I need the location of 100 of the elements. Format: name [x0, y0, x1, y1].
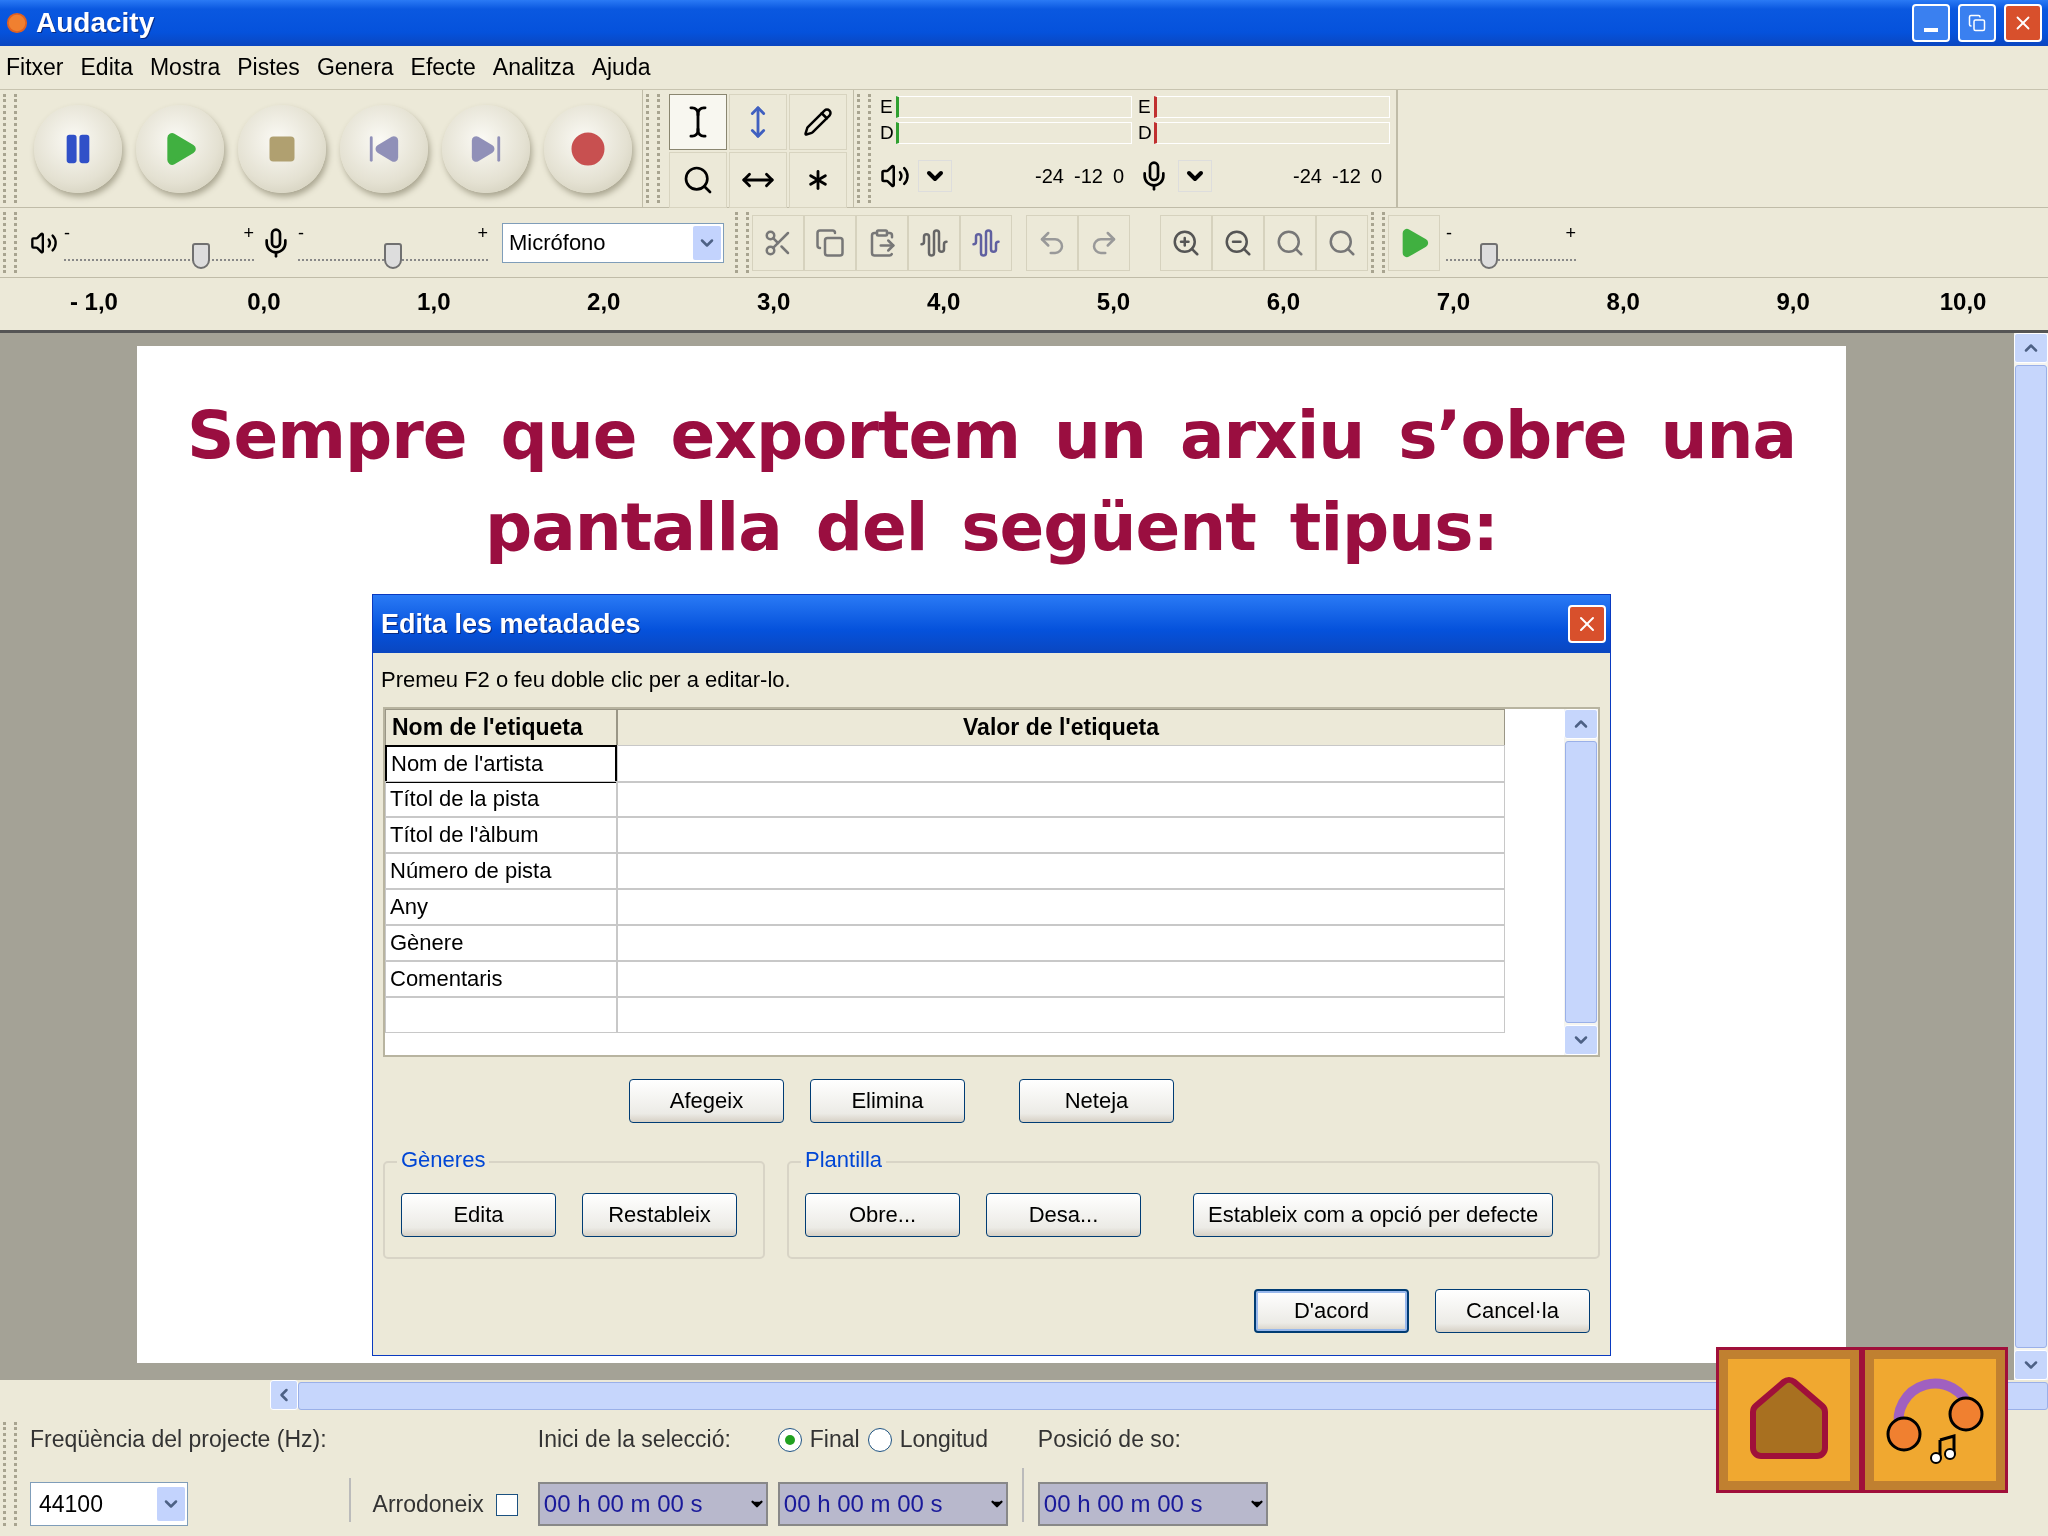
ruler-label: - 1,0: [68, 287, 119, 316]
toolbar-grip[interactable]: [3, 212, 17, 273]
tag-name-cell[interactable]: Nom de l'artista: [385, 745, 617, 783]
copy-button[interactable]: [804, 214, 856, 271]
menu-item[interactable]: Mostra: [143, 54, 232, 81]
dropdown-button[interactable]: [918, 160, 952, 192]
radio-button[interactable]: [867, 1427, 892, 1452]
menu-item[interactable]: Efecte: [404, 54, 487, 81]
slider-thumb[interactable]: [191, 242, 210, 269]
menu-item[interactable]: Pistes: [231, 54, 311, 81]
ruler-label: 10,0: [1938, 287, 1988, 316]
radio-button[interactable]: [777, 1427, 802, 1452]
ruler-label: 6,0: [1265, 287, 1302, 316]
minimize-icon: [1924, 28, 1938, 32]
play-button[interactable]: [136, 104, 224, 193]
music-button[interactable]: [1862, 1347, 2008, 1493]
tag-value-cell[interactable]: [617, 961, 1505, 997]
slider-thumb[interactable]: [384, 242, 402, 269]
scroll-down-button[interactable]: [2014, 1350, 2048, 1380]
dialog-button[interactable]: Cancel·la: [1435, 1289, 1590, 1333]
snap-checkbox[interactable]: [495, 1493, 518, 1516]
scroll-down-button[interactable]: [1564, 1025, 1598, 1055]
column-header[interactable]: Nom de l'etiqueta: [385, 709, 617, 746]
scale-label: -12: [1331, 164, 1361, 188]
close-button[interactable]: [1568, 605, 1606, 643]
ruler-label: 0,0: [246, 287, 282, 316]
tag-name-cell[interactable]: Gènere: [385, 925, 617, 961]
scroll-thumb[interactable]: [1565, 741, 1597, 1023]
time-field[interactable]: 00 h 00 m 00 s: [777, 1482, 1008, 1526]
tag-name-cell[interactable]: Comentaris: [385, 961, 617, 997]
trim-button[interactable]: [752, 214, 804, 271]
dialog-button[interactable]: Elimina: [810, 1079, 965, 1123]
scroll-up-button[interactable]: [1564, 709, 1598, 739]
tag-value-cell[interactable]: [617, 853, 1505, 889]
menu-item[interactable]: Edita: [74, 54, 144, 81]
scroll-up-button[interactable]: [2014, 333, 2048, 363]
undo-button[interactable]: [1026, 214, 1078, 271]
redo-button[interactable]: [1078, 214, 1130, 271]
paste-button[interactable]: [856, 214, 908, 271]
dialog-button[interactable]: Restableix: [582, 1193, 737, 1237]
pause-button[interactable]: [34, 104, 122, 193]
dropdown-button[interactable]: [1178, 160, 1212, 192]
tool-button[interactable]: [669, 94, 727, 150]
plus-label: +: [477, 224, 488, 241]
column-header[interactable]: Valor de l'etiqueta: [617, 709, 1505, 746]
tag-value-cell[interactable]: [617, 781, 1505, 817]
tag-value-cell[interactable]: [617, 889, 1505, 925]
close-button[interactable]: [2004, 4, 2042, 42]
dropdown-arrow-button[interactable]: [157, 1487, 185, 1521]
minus-label: -: [64, 224, 70, 241]
trim-audio-button[interactable]: [908, 214, 960, 271]
scroll-thumb[interactable]: [2015, 365, 2047, 1348]
tag-value-cell[interactable]: [617, 925, 1505, 961]
tag-name-cell[interactable]: Títol de la pista: [385, 781, 617, 817]
dropdown-arrow-button[interactable]: [693, 225, 721, 260]
scroll-left-button[interactable]: [270, 1380, 298, 1410]
zoom-in-button[interactable]: [1160, 214, 1212, 271]
input-source-dropdown[interactable]: Micrófono: [502, 222, 724, 263]
toolbar-grip[interactable]: [3, 94, 17, 203]
menu-item[interactable]: Genera: [310, 54, 405, 81]
tag-name-cell[interactable]: Títol de l'àlbum: [385, 817, 617, 853]
zoom-out-button[interactable]: [1212, 214, 1264, 271]
toolbar-grip[interactable]: [857, 94, 871, 203]
dialog-button[interactable]: Estableix com a opció per defecte: [1193, 1193, 1554, 1237]
silence-button[interactable]: [960, 214, 1012, 271]
toolbar-grip[interactable]: [1371, 212, 1385, 273]
menu-item[interactable]: Analitza: [486, 54, 586, 81]
dialog-button[interactable]: Afegeix: [629, 1079, 784, 1123]
rate-dropdown[interactable]: 44100: [30, 1482, 188, 1526]
record-button[interactable]: [544, 104, 632, 193]
tag-value-cell[interactable]: [617, 745, 1505, 783]
dialog-button[interactable]: D'acord: [1254, 1289, 1409, 1333]
dialog-button[interactable]: Obre...: [805, 1193, 960, 1237]
tag-value-cell[interactable]: [617, 997, 1505, 1033]
slider-thumb[interactable]: [1479, 242, 1498, 269]
toolbar-grip[interactable]: [3, 1422, 17, 1526]
stop-button[interactable]: [238, 104, 326, 193]
toolbar-grip[interactable]: [735, 212, 749, 273]
channel-label: E: [880, 96, 894, 118]
fit-project-button[interactable]: [1316, 214, 1368, 271]
home-button[interactable]: [1716, 1347, 1862, 1493]
restore-button[interactable]: [1958, 4, 1996, 42]
fit-selection-button[interactable]: [1264, 214, 1316, 271]
time-field[interactable]: 00 h 00 m 00 s: [537, 1482, 768, 1526]
toolbar-grip[interactable]: [646, 94, 660, 203]
dialog-button[interactable]: Desa...: [986, 1193, 1141, 1237]
skip-end-button[interactable]: [442, 104, 530, 193]
tag-name-cell[interactable]: Número de pista: [385, 853, 617, 889]
dialog-button[interactable]: Edita: [401, 1193, 556, 1237]
menu-item[interactable]: Ajuda: [585, 54, 662, 81]
dialog-button[interactable]: Neteja: [1019, 1079, 1174, 1123]
play-at-speed-button[interactable]: [1388, 214, 1440, 271]
selection-start-label: Inici de la selecció:: [537, 1426, 732, 1453]
time-field[interactable]: 00 h 00 m 00 s: [1037, 1482, 1268, 1526]
tag-name-cell[interactable]: [385, 997, 617, 1033]
skip-start-button[interactable]: [340, 104, 428, 193]
menu-item[interactable]: Fitxer: [0, 54, 75, 81]
tag-name-cell[interactable]: Any: [385, 889, 617, 925]
minimize-button[interactable]: [1912, 4, 1950, 42]
tag-value-cell[interactable]: [617, 817, 1505, 853]
